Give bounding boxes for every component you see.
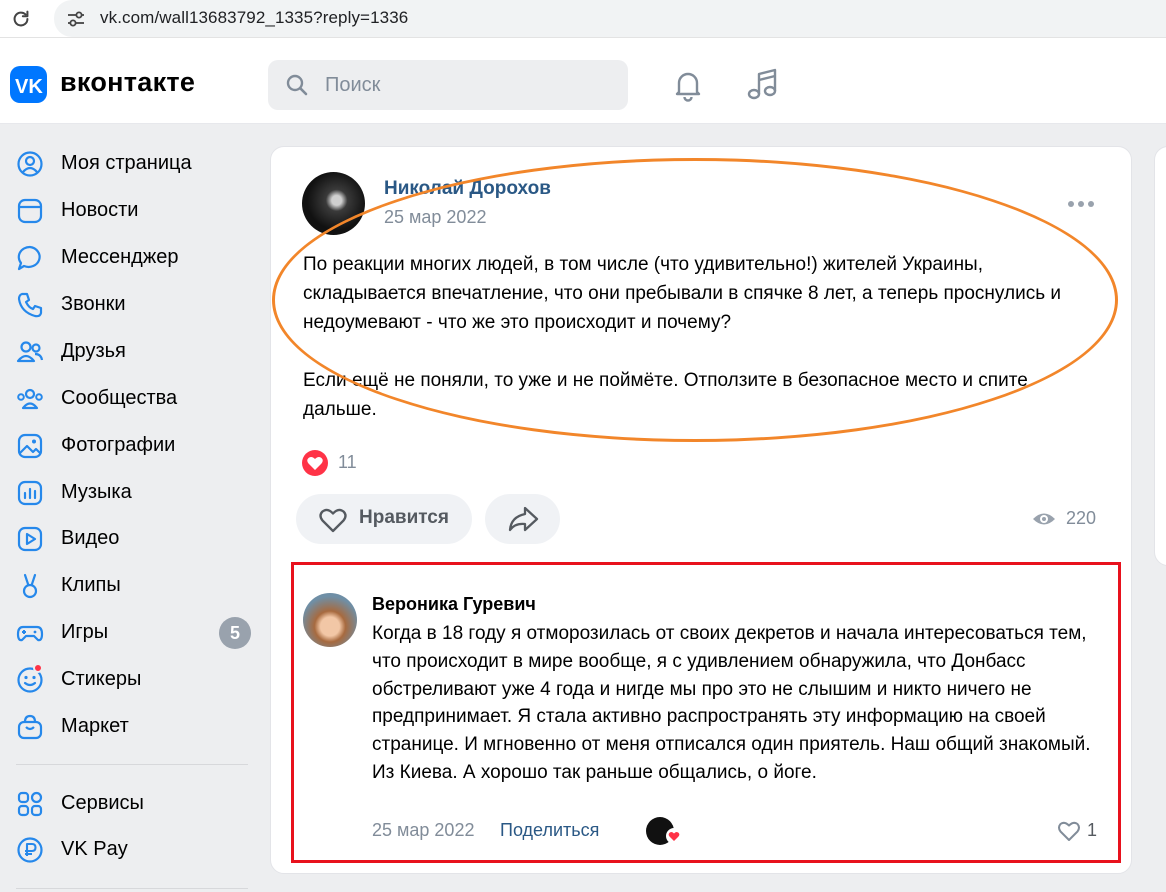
sidebar-item-label: VK Pay: [61, 838, 128, 860]
sidebar-item-market[interactable]: Маркет: [0, 704, 262, 748]
search-icon: [286, 74, 308, 96]
right-column-card: [1154, 146, 1166, 566]
comment-like-count[interactable]: 1: [1087, 820, 1097, 841]
comment-author-name[interactable]: Вероника Гуревич: [372, 594, 536, 615]
sidebar-item-label: Музыка: [61, 481, 132, 503]
svg-text:VK: VK: [15, 76, 43, 98]
games-badge: 5: [219, 617, 251, 649]
sidebar-item-calls[interactable]: Звонки: [0, 282, 262, 326]
sidebar-item-label: Сервисы: [61, 792, 144, 814]
site-header: VK вконтакте Поиск: [0, 38, 1166, 124]
sidebar-item-photos[interactable]: Фотографии: [0, 423, 262, 467]
music-chart-icon: [17, 480, 43, 506]
sidebar-item-label: Сообщества: [61, 387, 178, 409]
sidebar-item-vk-pay[interactable]: VK Pay: [0, 827, 262, 871]
phone-icon: [17, 292, 43, 318]
sidebar-item-label: Мессенджер: [61, 246, 179, 268]
heart-outline-icon: [319, 508, 347, 533]
bell-icon[interactable]: [670, 67, 706, 103]
sidebar-item-clips[interactable]: Клипы: [0, 563, 262, 607]
address-bar[interactable]: vk.com/wall13683792_1335?reply=1336: [54, 0, 1166, 37]
communities-icon: [17, 388, 43, 410]
post-text: По реакции многих людей, в том числе (чт…: [303, 254, 1061, 420]
post-author-name[interactable]: Николай Дорохов: [384, 178, 551, 200]
gamepad-icon: [16, 625, 44, 642]
sidebar-item-my-page[interactable]: Моя страница: [0, 141, 262, 185]
views-count: 220: [1066, 508, 1097, 528]
sidebar-item-label: Фотографии: [61, 434, 176, 456]
reactions-count[interactable]: 11: [338, 452, 357, 473]
sidebar-item-messenger[interactable]: Мессенджер: [0, 235, 262, 279]
eye-icon: [1033, 513, 1055, 525]
comment-like-icon[interactable]: [1057, 820, 1081, 842]
comment-share-link[interactable]: Поделиться: [500, 820, 599, 841]
sidebar-item-friends[interactable]: Друзья: [0, 329, 262, 373]
sidebar-item-games[interactable]: Игры 5: [0, 610, 262, 654]
sidebar-item-label: Клипы: [61, 574, 121, 596]
logo-text[interactable]: вконтакте: [60, 67, 195, 98]
share-arrow-icon: [508, 506, 539, 532]
sidebar-item-label: Видео: [61, 527, 120, 549]
sidebar-item-label: Друзья: [61, 340, 126, 362]
comment-date[interactable]: 25 мар 2022: [372, 820, 474, 841]
sidebar-divider: [16, 764, 248, 765]
author-avatar[interactable]: [302, 172, 365, 235]
sidebar-item-label: Стикеры: [61, 668, 142, 690]
sidebar-item-services[interactable]: Сервисы: [0, 781, 262, 825]
post-divider: [294, 563, 1120, 564]
search-placeholder: Поиск: [325, 74, 381, 96]
sidebar-item-label: Новости: [61, 199, 139, 221]
messenger-icon: [17, 245, 41, 271]
sidebar-item-stickers[interactable]: Стикеры: [0, 657, 262, 701]
comment-author-avatar[interactable]: [303, 593, 357, 647]
news-icon: [17, 198, 43, 224]
post-date[interactable]: 25 мар 2022: [384, 207, 486, 228]
clips-icon: [22, 573, 38, 599]
left-nav: Моя страница Новости Мессенджер Звонки Д…: [0, 124, 262, 892]
notification-dot: [33, 663, 43, 673]
reload-icon[interactable]: [10, 8, 32, 30]
sidebar-item-label: Маркет: [61, 715, 129, 737]
bag-icon: [17, 714, 43, 740]
friends-icon: [16, 341, 44, 363]
heart-reaction-icon[interactable]: [302, 450, 328, 476]
sidebar-item-label: Игры: [61, 621, 109, 643]
photos-icon: [17, 433, 43, 459]
search-input[interactable]: Поиск: [268, 60, 628, 110]
profile-icon: [17, 151, 43, 177]
music-icon[interactable]: [744, 67, 780, 103]
like-label: Нравится: [359, 507, 449, 528]
vk-logo-icon[interactable]: VK: [10, 66, 47, 103]
url-text[interactable]: vk.com/wall13683792_1335?reply=1336: [100, 8, 408, 28]
share-button[interactable]: [485, 494, 560, 544]
more-options-icon[interactable]: [1066, 196, 1096, 212]
like-button[interactable]: Нравится: [296, 494, 472, 544]
sidebar-item-music[interactable]: Музыка: [0, 470, 262, 514]
sidebar-item-news[interactable]: Новости: [0, 188, 262, 232]
sidebar-divider: [16, 888, 248, 889]
sidebar-item-label: Звонки: [61, 293, 126, 315]
liked-heart-icon: [666, 828, 682, 844]
video-icon: [17, 526, 43, 552]
vkpay-icon: [17, 837, 43, 863]
sidebar-item-communities[interactable]: Сообщества: [0, 376, 262, 420]
site-info-icon[interactable]: [66, 9, 86, 29]
comment-text: Когда в 18 году я отморозилась от своих …: [372, 623, 1091, 783]
sidebar-item-video[interactable]: Видео: [0, 516, 262, 560]
services-icon: [17, 791, 43, 817]
sidebar-item-label: Моя страница: [61, 152, 192, 174]
browser-toolbar: vk.com/wall13683792_1335?reply=1336: [0, 0, 1166, 38]
